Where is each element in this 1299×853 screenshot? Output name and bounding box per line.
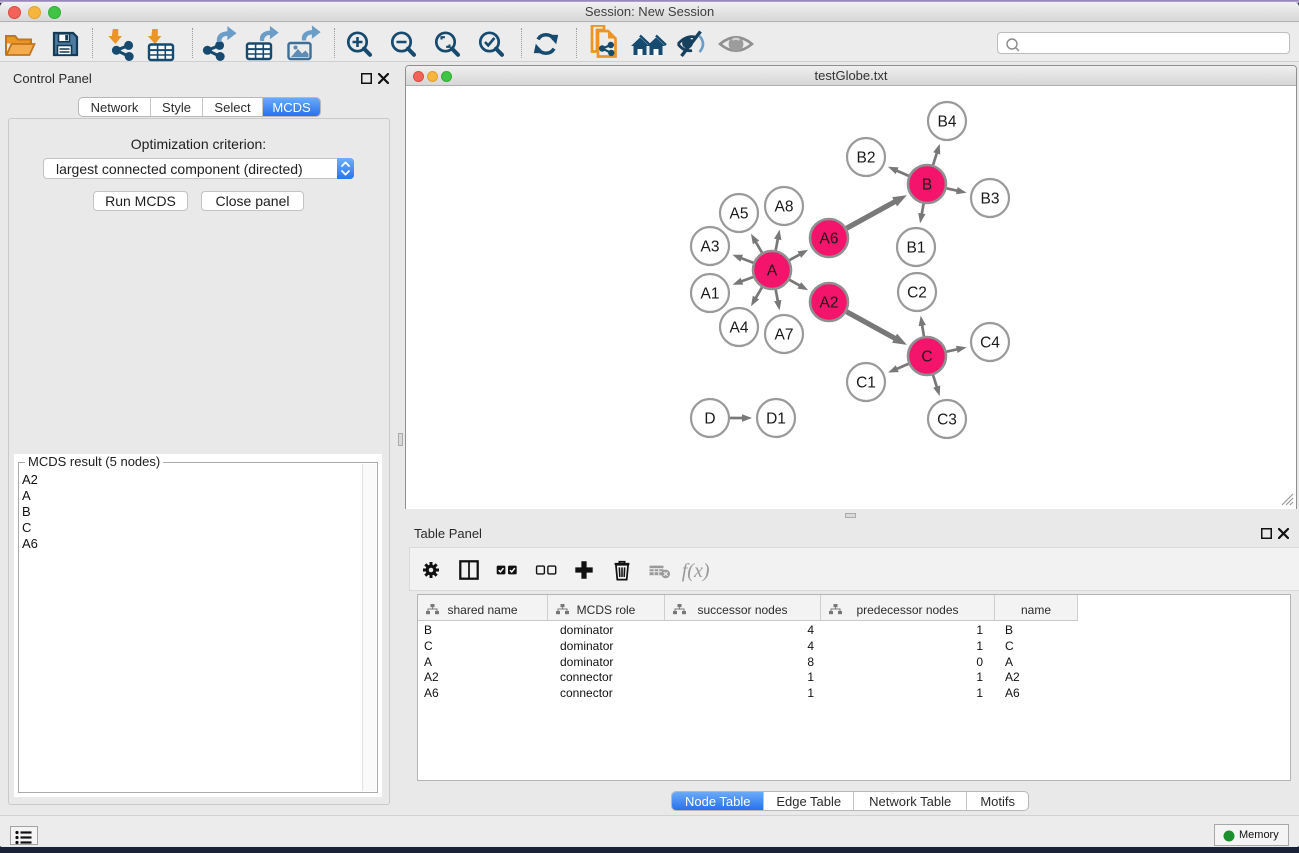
svg-text:C: C	[921, 349, 932, 366]
svg-text:C1: C1	[856, 375, 876, 392]
svg-text:A5: A5	[730, 206, 749, 223]
svg-text:D1: D1	[766, 411, 786, 428]
svg-text:D: D	[704, 411, 715, 428]
svg-text:C2: C2	[907, 285, 927, 302]
svg-text:A6: A6	[820, 231, 839, 248]
svg-text:A7: A7	[775, 327, 794, 344]
svg-text:A: A	[767, 263, 778, 280]
svg-text:A8: A8	[775, 199, 794, 216]
svg-text:B1: B1	[907, 240, 926, 257]
svg-text:A1: A1	[701, 286, 720, 303]
svg-text:C3: C3	[937, 412, 957, 429]
svg-text:B2: B2	[857, 150, 876, 167]
svg-text:C4: C4	[980, 335, 1000, 352]
svg-text:B3: B3	[981, 191, 1000, 208]
svg-text:B4: B4	[938, 114, 957, 131]
svg-text:A3: A3	[701, 239, 720, 256]
svg-text:A2: A2	[820, 295, 839, 312]
svg-text:f(x): f(x)	[682, 560, 710, 582]
svg-text:A4: A4	[730, 320, 749, 337]
svg-text:B: B	[922, 177, 932, 194]
